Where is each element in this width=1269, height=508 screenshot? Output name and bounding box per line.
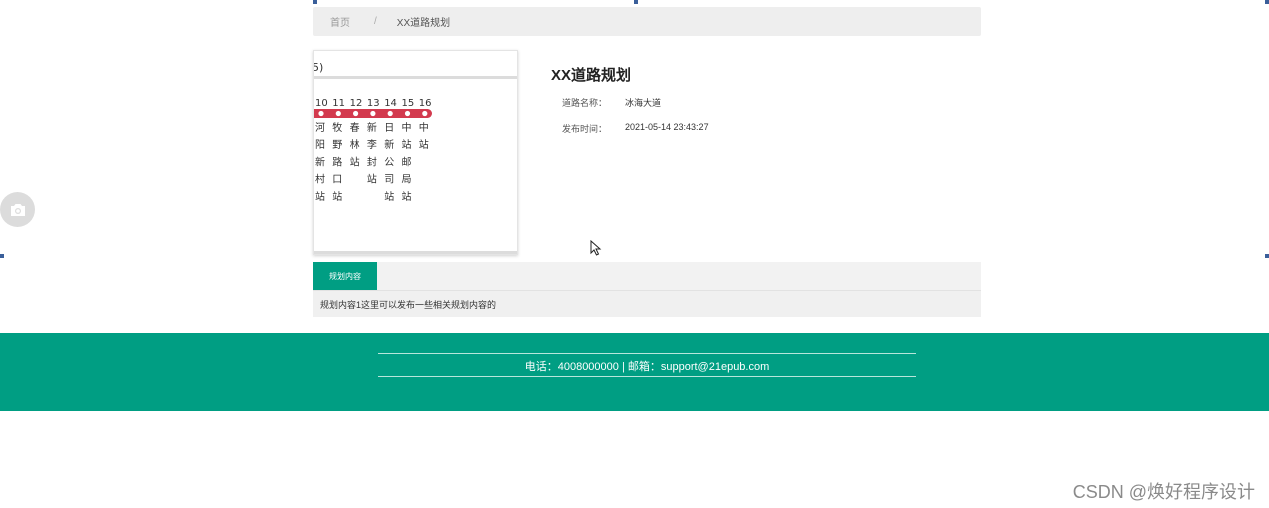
camera-button[interactable] (0, 192, 35, 227)
road-name-label: 道路名称： (562, 98, 608, 108)
route-stop-name-char: 河 (315, 122, 325, 134)
route-stop-dot (387, 110, 393, 117)
route-stop-dot (353, 110, 359, 117)
breadcrumb: 首页 / XX道路规划 (313, 7, 981, 36)
route-stop-name-char: 站 (332, 190, 342, 203)
route-stop-name-char: 站 (402, 138, 412, 151)
route-stop-number: 11 (332, 98, 345, 109)
route-stop-name-char: 春 (350, 122, 360, 134)
footer-contact: 电话：4008000000 | 邮箱：support@21epub.com (524, 361, 770, 373)
route-stop-dot (318, 110, 324, 117)
route-stop-name-char: 站 (402, 190, 412, 203)
route-stop-dot (404, 110, 411, 117)
selection-handle (1265, 0, 1269, 4)
route-map-header-fragment: 5) (314, 61, 323, 74)
route-stop-name-char: 林 (350, 138, 360, 151)
route-stop-dot (422, 110, 428, 117)
footer-divider-top (378, 353, 916, 354)
publish-time-value: 2021-05-14 23:43:27 (625, 122, 709, 132)
page-title: XX道路规划 (551, 67, 632, 84)
camera-icon (10, 203, 25, 216)
selection-handle (1265, 254, 1269, 258)
route-stop-name-char: 村 (315, 173, 325, 186)
route-stop-dot (370, 110, 376, 117)
route-stop-name-char: 站 (367, 173, 377, 186)
route-map-image: 5) 10111213141516 河阳新村站牧野路口站春林站新李封站日新公司站… (313, 50, 518, 255)
breadcrumb-separator: / (374, 16, 377, 27)
route-stop-name-char: 中 (402, 121, 412, 134)
route-stop-number: 10 (315, 98, 328, 109)
watermark: CSDN @焕好程序设计 (1072, 482, 1255, 502)
tab-plan-content[interactable]: 规划内容 (313, 262, 377, 290)
route-stop-name-char: 司 (384, 175, 394, 186)
route-stop-name-char: 口 (332, 175, 342, 186)
breadcrumb-home-link[interactable]: 首页 (330, 14, 350, 29)
road-name-row: 道路名称： 冰海大道 (562, 96, 661, 109)
route-stop-name-char: 阳 (315, 139, 325, 151)
route-stop-name-char: 日 (384, 123, 394, 134)
selection-handle (0, 254, 4, 258)
route-stop-name-char: 野 (332, 139, 342, 151)
publish-time-label: 发布时间： (562, 124, 608, 134)
route-stop-name-char: 路 (332, 155, 342, 168)
route-stop-number: 14 (384, 98, 397, 109)
route-stop-number: 15 (402, 98, 415, 109)
route-stop-name-char: 局 (402, 174, 412, 186)
route-stop-name-char: 站 (315, 190, 325, 203)
route-stop-number: 16 (419, 98, 432, 109)
route-stop-name-char: 封 (367, 155, 377, 168)
route-stop-name-char: 新 (384, 138, 394, 151)
route-stop-name-char: 邮 (402, 155, 412, 168)
route-stop-name-char: 李 (367, 138, 377, 151)
selection-handle (313, 0, 317, 4)
route-stop-name-char: 新 (315, 155, 325, 168)
mouse-cursor-icon (590, 240, 602, 256)
route-stop-name-char: 站 (419, 138, 429, 151)
route-stop-dot (335, 110, 341, 117)
breadcrumb-current: XX道路规划 (396, 18, 451, 29)
route-stop-name-char: 牧 (332, 121, 342, 134)
route-stop-name-char: 中 (419, 121, 429, 134)
route-stop-name-char: 公 (384, 157, 394, 168)
route-stop-name-char: 站 (384, 190, 394, 203)
route-stop-name-char: 新 (367, 121, 377, 134)
route-stop-number: 13 (367, 98, 380, 109)
route-stop-number: 12 (350, 98, 363, 109)
tab-panel-content: 规划内容1这里可以发布一些相关规划内容的 (313, 290, 981, 317)
publish-time-row: 发布时间： 2021-05-14 23:43:27 (562, 122, 709, 135)
footer-divider-bottom (378, 376, 916, 377)
road-name-value: 冰海大道 (625, 98, 662, 108)
tab-bar: 规划内容 (313, 262, 981, 290)
route-stop-name-char: 站 (350, 155, 360, 168)
selection-handle (634, 0, 638, 4)
route-stop-numbers: 10 11 12 13 14 15 16 (315, 98, 432, 109)
footer: 电话：4008000000 | 邮箱：support@21epub.com (0, 333, 1269, 411)
